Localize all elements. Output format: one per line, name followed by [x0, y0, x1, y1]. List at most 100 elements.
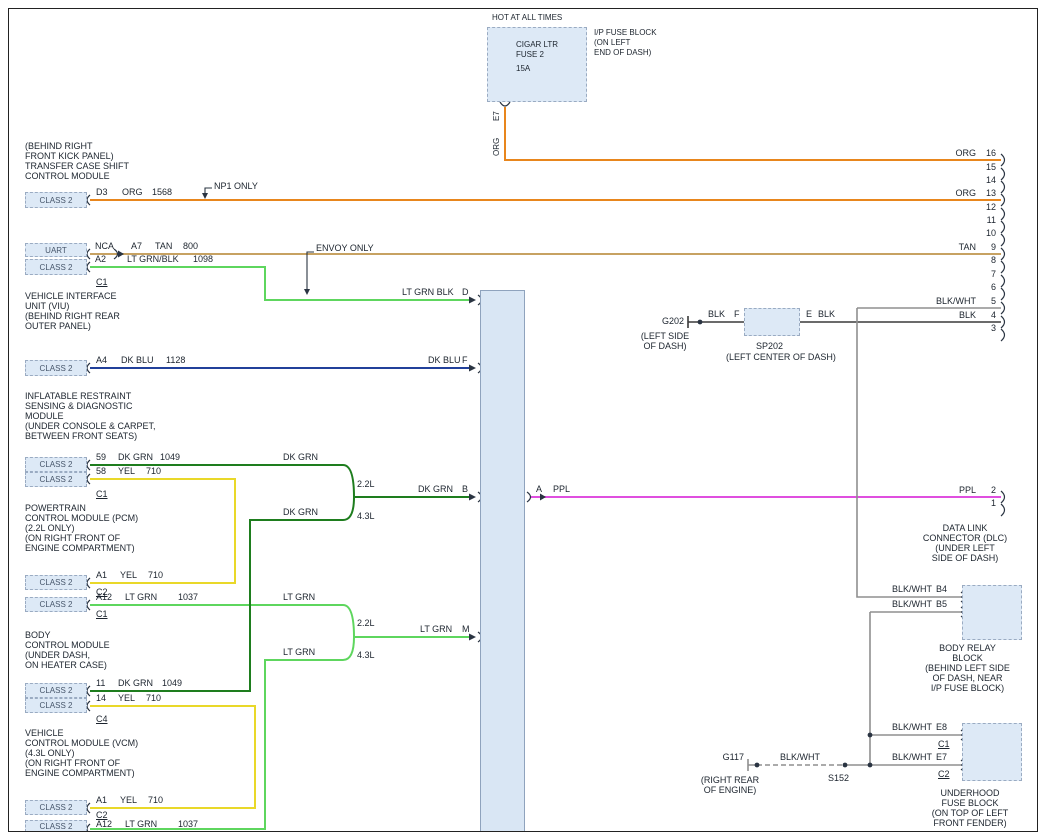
class2-label: CLASS 2 [40, 364, 73, 373]
wire-pin-label: 58 [96, 466, 106, 476]
wire-pin-label: B4 [936, 584, 947, 594]
wire-circuit-label: 710 [146, 693, 161, 703]
entry-wire-color-label: DK GRN [418, 484, 453, 494]
dlc-pin-number: 14 [978, 175, 996, 185]
class2-label: CLASS 2 [40, 263, 73, 272]
uart-label: UART [45, 246, 67, 255]
ground-name-label: G117 [706, 752, 744, 762]
body-relay-block-box [962, 585, 1022, 640]
engine-variant-label: 4.3L [357, 511, 375, 521]
entry-pin-label: B [462, 484, 468, 494]
wire-circuit-label: 1098 [193, 254, 213, 264]
fuse-name-label: CIGAR LTR FUSE 2 [516, 40, 558, 60]
misc-brackets [114, 102, 510, 259]
vcm-location-label: VEHICLE CONTROL MODULE (VCM) (4.3L ONLY)… [25, 728, 138, 778]
wire-circuit-label: 1049 [162, 678, 182, 688]
wire-pin-label: D3 [96, 187, 108, 197]
dlc-pin-number: 6 [978, 282, 996, 292]
ltgrn-wire-1037 [90, 605, 470, 829]
wire-circuit-label: 1049 [160, 452, 180, 462]
wire-color-label: BLK/WHT [872, 722, 932, 732]
wire-pin-label: E [806, 309, 812, 319]
wire-color-label: LT GRN/BLK [127, 254, 179, 264]
ground-location-label: (LEFT SIDE OF DASH) [630, 331, 700, 351]
underhood-fuse-block-box [962, 723, 1022, 781]
exit-wire-color-label: PPL [553, 484, 570, 494]
wire-pin-label: B5 [936, 599, 947, 609]
dlc-pin-wire-color: BLK [906, 310, 976, 320]
viu-class2-box: CLASS 2 [25, 259, 87, 275]
bottom-class2-box-1: CLASS 2 [25, 800, 87, 815]
wire-circuit-label: 800 [183, 241, 198, 251]
ground-location-label: (RIGHT REAR OF ENGINE) [688, 775, 772, 795]
wire-color-label: DK GRN [283, 452, 318, 462]
wire-pin-label: F [734, 309, 740, 319]
note-pointer-lines [205, 188, 314, 290]
vcm-class2-box-2: CLASS 2 [25, 698, 87, 713]
engine-variant-label: 4.3L [357, 650, 375, 660]
wire-circuit-label: 710 [148, 795, 163, 805]
dlc-pin-number: 13 [978, 188, 996, 198]
tcase-location-label: (BEHIND RIGHT FRONT KICK PANEL) TRANSFER… [25, 141, 129, 181]
wire-color-label: YEL [118, 466, 135, 476]
wire-circuit-label: 1568 [152, 187, 172, 197]
dlc-pin-number: 1 [978, 498, 996, 508]
wire-pin-label: A1 [96, 570, 107, 580]
wire-color-label: DK GRN [118, 452, 153, 462]
sdm-location-label: INFLATABLE RESTRAINT SENSING & DIAGNOSTI… [25, 391, 156, 441]
fuse-wire-org-label: ORG [492, 138, 501, 156]
wire-circuit-label: 1037 [178, 819, 198, 829]
entry-pin-label: M [462, 624, 470, 634]
wiring-diagram-page: CLASS 2 UART CLASS 2 CLASS 2 CLASS 2 CLA… [0, 0, 1046, 839]
wire-color-label: BLK/WHT [872, 599, 932, 609]
wire-color-label: BLK [708, 309, 725, 319]
pcm-class2-box-2: CLASS 2 [25, 472, 87, 487]
splice-location-label: (LEFT CENTER OF DASH) [726, 352, 836, 362]
wire-color-label: YEL [120, 795, 137, 805]
wire-circuit-label: 710 [148, 570, 163, 580]
fuse-amp-label: 15A [516, 64, 530, 74]
dlc-pin-number: 2 [978, 485, 996, 495]
entry-wire-color-label: DK BLU [428, 355, 461, 365]
connector-id-label: C2 [938, 769, 950, 779]
wire-color-label: LT GRN [125, 819, 157, 829]
dlc-pin-number: 11 [978, 215, 996, 225]
wire-color-label: BLK/WHT [872, 752, 932, 762]
wire-pin-label: A7 [131, 241, 142, 251]
dlc-pin-number: 8 [978, 255, 996, 265]
bcm-location-label: BODY CONTROL MODULE (UNDER DASH, ON HEAT… [25, 630, 110, 670]
pcm-class2-box-1: CLASS 2 [25, 457, 87, 472]
viu-location-label: VEHICLE INTERFACE UNIT (VIU) (BEHIND RIG… [25, 291, 120, 331]
wire-pin-label: E7 [936, 752, 947, 762]
ip-fuse-block-box [487, 27, 587, 102]
vcm-class2-box-1: CLASS 2 [25, 683, 87, 698]
wire-color-label: BLK/WHT [872, 584, 932, 594]
uhfb-location-label: UNDERHOOD FUSE BLOCK (ON TOP OF LEFT FRO… [915, 788, 1025, 828]
exit-pin-label: A [536, 484, 542, 494]
dlc-pin-brackets [1001, 154, 1005, 516]
dlc-pin-wire-color: ORG [906, 148, 976, 158]
dlc-pin-number: 4 [978, 310, 996, 320]
hot-at-all-times-label: HOT AT ALL TIMES [492, 13, 562, 23]
wire-color-label: YEL [120, 570, 137, 580]
entry-pin-label: D [462, 287, 469, 297]
nca-label: NCA [95, 241, 114, 251]
wire-color-label: LT GRN [283, 592, 315, 602]
sdm-class2-box: CLASS 2 [25, 360, 87, 376]
wire-color-label: LT GRN [125, 592, 157, 602]
fuse-conn-e7-label: E7 [492, 111, 501, 121]
dlc-location-label: DATA LINK CONNECTOR (DLC) (UNDER LEFT SI… [910, 523, 1020, 563]
class2-label: CLASS 2 [40, 196, 73, 205]
class2-label: CLASS 2 [40, 701, 73, 710]
viu-uart-box: UART [25, 243, 87, 257]
class2-label: CLASS 2 [40, 475, 73, 484]
dlc-pin-number: 12 [978, 202, 996, 212]
engine-variant-label: 2.2L [357, 618, 375, 628]
connector-id-label: C4 [96, 714, 108, 724]
bcm-class2-box-2: CLASS 2 [25, 597, 87, 612]
wire-pin-label: A4 [96, 355, 107, 365]
dlc-pin-wire-color: BLK/WHT [906, 296, 976, 306]
dlc-pin-wire-color: TAN [906, 242, 976, 252]
dkgrn-wire-1049 [90, 465, 470, 691]
class2-label: CLASS 2 [40, 578, 73, 587]
